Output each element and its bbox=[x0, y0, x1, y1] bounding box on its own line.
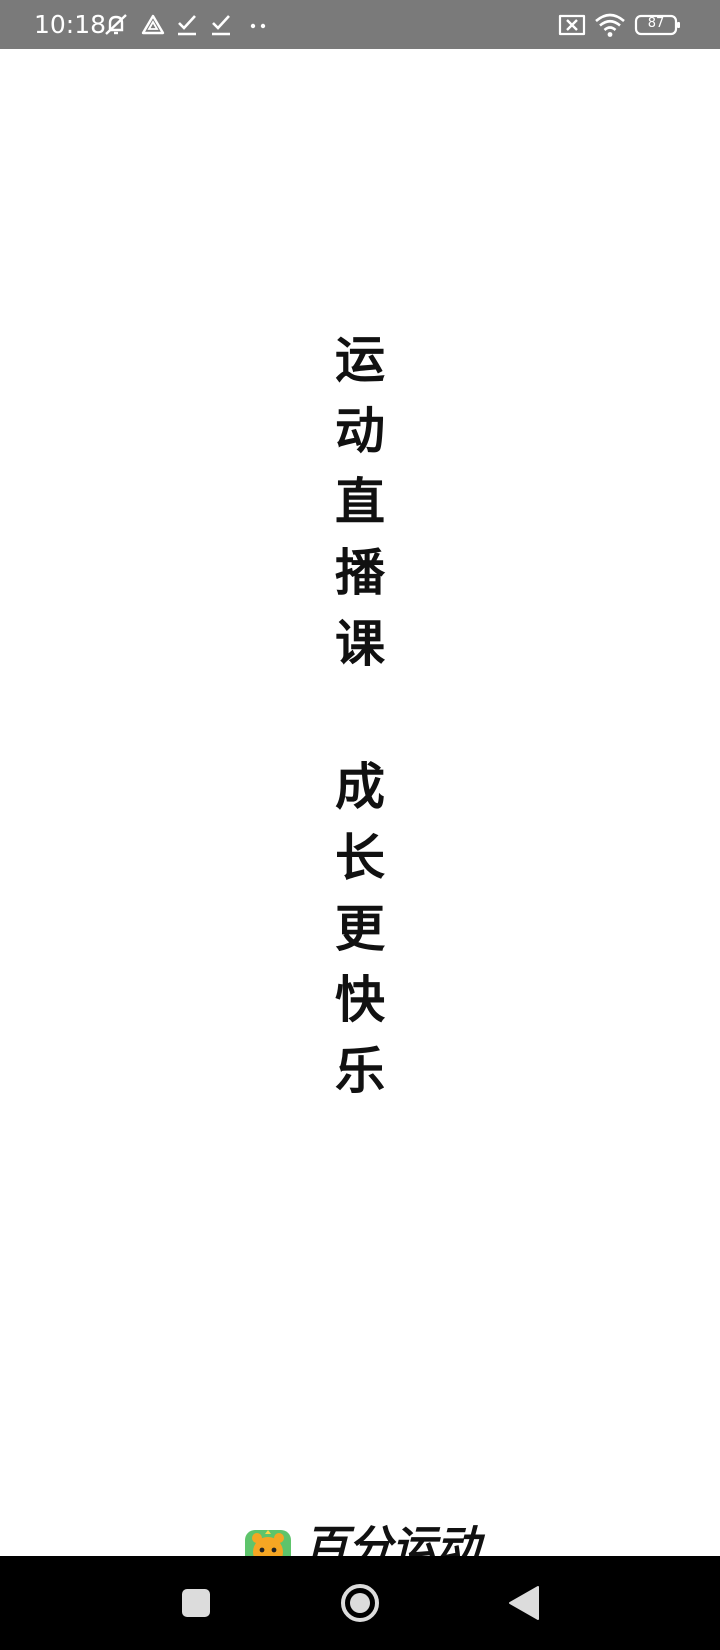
slogan-char: 直 bbox=[335, 473, 385, 531]
status-bar: 10:18 87 bbox=[0, 0, 720, 49]
slogan-char: 快 bbox=[335, 971, 385, 1029]
status-time: 10:18 bbox=[34, 10, 107, 39]
recents-square-icon bbox=[182, 1589, 210, 1617]
system-nav-bar bbox=[0, 1556, 720, 1650]
recents-button[interactable] bbox=[165, 1580, 225, 1626]
home-circle-icon bbox=[341, 1584, 379, 1622]
slogan-char: 运 bbox=[335, 331, 385, 389]
slogan-char: 播 bbox=[335, 544, 385, 602]
slogan-char: 更 bbox=[335, 900, 385, 958]
splash-screen: 10:18 87 运 动 直 播 课 成 长 更 快 乐 百分运动 bbox=[0, 0, 720, 1650]
slogan-char: 动 bbox=[335, 402, 385, 460]
slogan-char: 长 bbox=[335, 829, 385, 887]
back-triangle-icon bbox=[509, 1586, 539, 1620]
battery-level: 87 bbox=[647, 16, 665, 31]
slogan-char: 乐 bbox=[335, 1042, 385, 1100]
slogan-line-1: 运 动 直 播 课 bbox=[300, 325, 420, 680]
slogan-line-2: 成 长 更 快 乐 bbox=[300, 752, 420, 1107]
check-download-icon bbox=[209, 12, 233, 38]
back-button[interactable] bbox=[494, 1580, 554, 1626]
wifi-icon bbox=[594, 12, 626, 38]
slogan-char: 课 bbox=[335, 615, 385, 673]
alert-triangle-icon bbox=[141, 12, 165, 38]
muted-bell-icon bbox=[102, 12, 130, 38]
home-button[interactable] bbox=[330, 1580, 390, 1626]
slogan-char: 成 bbox=[335, 758, 385, 816]
sim-x-icon bbox=[557, 12, 587, 38]
check-download-icon bbox=[175, 12, 199, 38]
more-dots-icon bbox=[248, 12, 270, 38]
